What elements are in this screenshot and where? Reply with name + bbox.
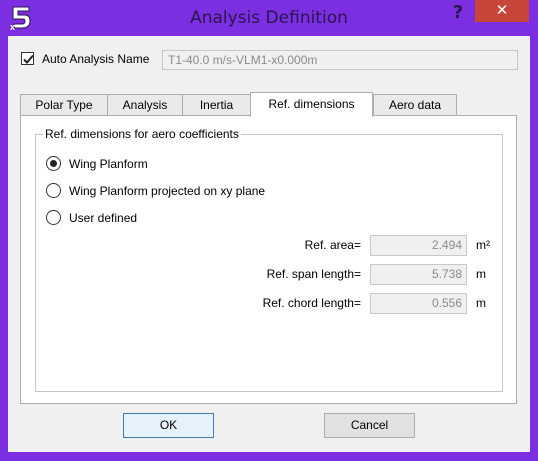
ok-button[interactable]: OK [123,413,214,438]
ref-chord-label: Ref. chord length= [262,296,361,310]
ref-area-unit: m² [476,238,490,252]
ref-chord-field: 0.556 [370,293,467,314]
tab-analysis[interactable]: Analysis [107,94,183,116]
checkmark-icon [23,54,34,64]
tab-ref-dimensions[interactable]: Ref. dimensions [250,92,373,117]
radio-button[interactable] [46,156,61,171]
group-title: Ref. dimensions for aero coefficients [43,127,241,141]
tab-aero-data[interactable]: Aero data [373,94,457,116]
dialog-body: Auto Analysis Name T1-40.0 m/s-VLM1-x0.0… [8,36,530,452]
radio-selected-dot [50,160,57,167]
ref-span-unit: m [476,267,486,281]
auto-analysis-label[interactable]: Auto Analysis Name [42,52,149,66]
title-bar: x Analysis Definition ? ✕ [0,0,538,36]
ref-area-label: Ref. area= [304,238,361,252]
ref-span-label: Ref. span length= [266,267,361,281]
auto-analysis-name-field: T1-40.0 m/s-VLM1-x0.000m [162,50,518,70]
tab-inertia[interactable]: Inertia [182,94,251,116]
ref-span-field: 5.738 [370,264,467,285]
ref-dimensions-group: Ref. dimensions for aero coefficients Wi… [35,127,503,392]
auto-analysis-checkbox[interactable] [21,52,34,65]
radio-label[interactable]: Wing Planform projected on xy plane [69,184,265,198]
close-icon[interactable]: ✕ [475,0,529,22]
cancel-button[interactable]: Cancel [324,413,415,438]
radio-label[interactable]: Wing Planform [69,157,148,171]
tab-polar-type[interactable]: Polar Type [20,94,108,116]
radio-label[interactable]: User defined [69,211,137,225]
ref-dimensions-panel: Ref. dimensions for aero coefficients Wi… [20,115,517,404]
ref-chord-unit: m [476,296,486,310]
radio-button[interactable] [46,210,61,225]
ref-area-field: 2.494 [370,235,467,256]
radio-button[interactable] [46,183,61,198]
help-icon[interactable]: ? [445,2,471,26]
